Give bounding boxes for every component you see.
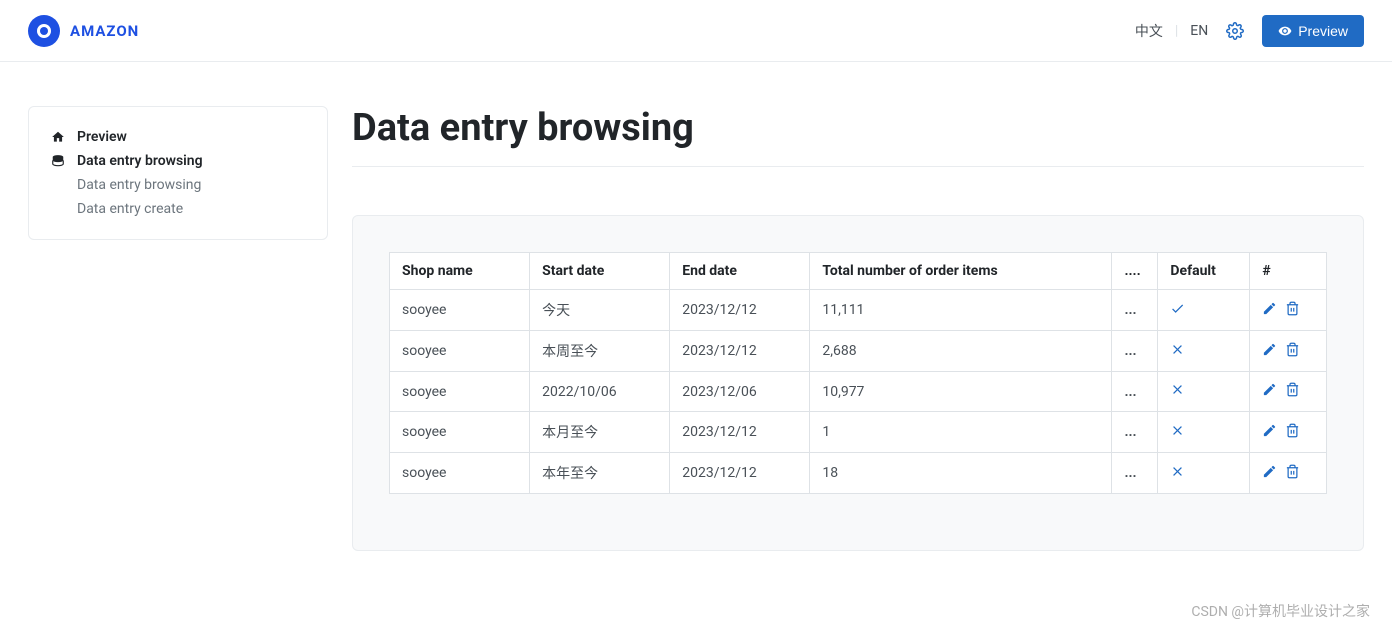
header: AMAZON 中文 | EN Preview — [0, 0, 1392, 62]
cell-actions — [1250, 290, 1327, 331]
cell-default[interactable] — [1158, 453, 1250, 494]
th-end-date: End date — [670, 253, 810, 290]
more-button[interactable]: ... — [1112, 331, 1158, 372]
sidebar-sub-label: Data entry browsing — [77, 177, 201, 193]
cell-shop: sooyee — [390, 453, 530, 494]
cell-default[interactable] — [1158, 372, 1250, 412]
cross-icon[interactable] — [1170, 345, 1185, 361]
cell-total: 11,111 — [810, 290, 1112, 331]
header-actions: 中文 | EN Preview — [1135, 15, 1364, 47]
cell-default[interactable] — [1158, 290, 1250, 331]
eye-icon — [1278, 24, 1292, 38]
cell-start: 本周至今 — [530, 331, 670, 372]
lang-zh[interactable]: 中文 — [1135, 21, 1163, 41]
cell-start: 本月至今 — [530, 412, 670, 453]
cell-actions — [1250, 372, 1327, 412]
table-row: sooyee 本周至今 2023/12/12 2,688 ... — [390, 331, 1327, 372]
cell-default[interactable] — [1158, 331, 1250, 372]
logo[interactable]: AMAZON — [28, 15, 139, 47]
cell-actions — [1250, 412, 1327, 453]
sidebar-item-preview[interactable]: Preview — [51, 125, 305, 149]
th-start-date: Start date — [530, 253, 670, 290]
cross-icon[interactable] — [1170, 467, 1185, 483]
th-hash: # — [1250, 253, 1327, 290]
cell-end: 2023/12/12 — [670, 290, 810, 331]
cell-shop: sooyee — [390, 412, 530, 453]
table-header-row: Shop name Start date End date Total numb… — [390, 253, 1327, 290]
cell-end: 2023/12/06 — [670, 372, 810, 412]
sidebar-sub-create[interactable]: Data entry create — [51, 197, 305, 221]
cell-end: 2023/12/12 — [670, 412, 810, 453]
edit-button[interactable] — [1262, 342, 1277, 361]
edit-button[interactable] — [1262, 301, 1277, 320]
cell-start: 本年至今 — [530, 453, 670, 494]
table-row: sooyee 本月至今 2023/12/12 1 ... — [390, 412, 1327, 453]
cell-start: 今天 — [530, 290, 670, 331]
lang-divider: | — [1175, 23, 1178, 39]
table-row: sooyee 今天 2023/12/12 11,111 ... — [390, 290, 1327, 331]
data-table: Shop name Start date End date Total numb… — [389, 252, 1327, 494]
gear-icon[interactable] — [1226, 22, 1244, 40]
cell-default[interactable] — [1158, 412, 1250, 453]
sidebar: Preview Data entry browsing Data entry b… — [28, 106, 328, 240]
logo-icon — [28, 15, 60, 47]
cell-end: 2023/12/12 — [670, 453, 810, 494]
more-button[interactable]: ... — [1112, 453, 1158, 494]
cell-actions — [1250, 453, 1327, 494]
cell-total: 10,977 — [810, 372, 1112, 412]
container: Preview Data entry browsing Data entry b… — [0, 62, 1392, 551]
cell-shop: sooyee — [390, 372, 530, 412]
cell-shop: sooyee — [390, 331, 530, 372]
cell-total: 18 — [810, 453, 1112, 494]
sidebar-item-label: Preview — [77, 129, 127, 145]
table-row: sooyee 本年至今 2023/12/12 18 ... — [390, 453, 1327, 494]
more-button[interactable]: ... — [1112, 412, 1158, 453]
language-switcher: 中文 | EN — [1135, 21, 1208, 41]
check-icon[interactable] — [1170, 304, 1185, 320]
page-title: Data entry browsing — [352, 106, 1364, 150]
delete-button[interactable] — [1285, 301, 1300, 320]
cross-icon[interactable] — [1170, 385, 1185, 401]
sidebar-item-data-entry[interactable]: Data entry browsing — [51, 149, 305, 173]
edit-button[interactable] — [1262, 464, 1277, 483]
delete-button[interactable] — [1285, 423, 1300, 442]
delete-button[interactable] — [1285, 464, 1300, 483]
sidebar-sub-browsing[interactable]: Data entry browsing — [51, 173, 305, 197]
th-default: Default — [1158, 253, 1250, 290]
cell-start: 2022/10/06 — [530, 372, 670, 412]
logo-text: AMAZON — [70, 22, 139, 40]
th-shop-name: Shop name — [390, 253, 530, 290]
preview-button-label: Preview — [1298, 23, 1348, 39]
cross-icon[interactable] — [1170, 426, 1185, 442]
sidebar-item-label: Data entry browsing — [77, 153, 203, 169]
delete-button[interactable] — [1285, 342, 1300, 361]
cell-shop: sooyee — [390, 290, 530, 331]
watermark: CSDN @计算机毕业设计之家 — [1191, 601, 1370, 621]
edit-button[interactable] — [1262, 382, 1277, 401]
th-dots: .... — [1112, 253, 1158, 290]
cell-total: 2,688 — [810, 331, 1112, 372]
table-card: Shop name Start date End date Total numb… — [352, 215, 1364, 551]
edit-button[interactable] — [1262, 423, 1277, 442]
table-row: sooyee 2022/10/06 2023/12/06 10,977 ... — [390, 372, 1327, 412]
database-icon — [51, 154, 65, 168]
lang-en[interactable]: EN — [1190, 23, 1208, 39]
more-button[interactable]: ... — [1112, 290, 1158, 331]
main-content: Data entry browsing Shop name Start date… — [352, 106, 1364, 551]
cell-actions — [1250, 331, 1327, 372]
title-divider — [352, 166, 1364, 167]
more-button[interactable]: ... — [1112, 372, 1158, 412]
th-total: Total number of order items — [810, 253, 1112, 290]
cell-total: 1 — [810, 412, 1112, 453]
delete-button[interactable] — [1285, 382, 1300, 401]
sidebar-sub-label: Data entry create — [77, 201, 183, 217]
home-icon — [51, 130, 65, 144]
cell-end: 2023/12/12 — [670, 331, 810, 372]
preview-button[interactable]: Preview — [1262, 15, 1364, 47]
